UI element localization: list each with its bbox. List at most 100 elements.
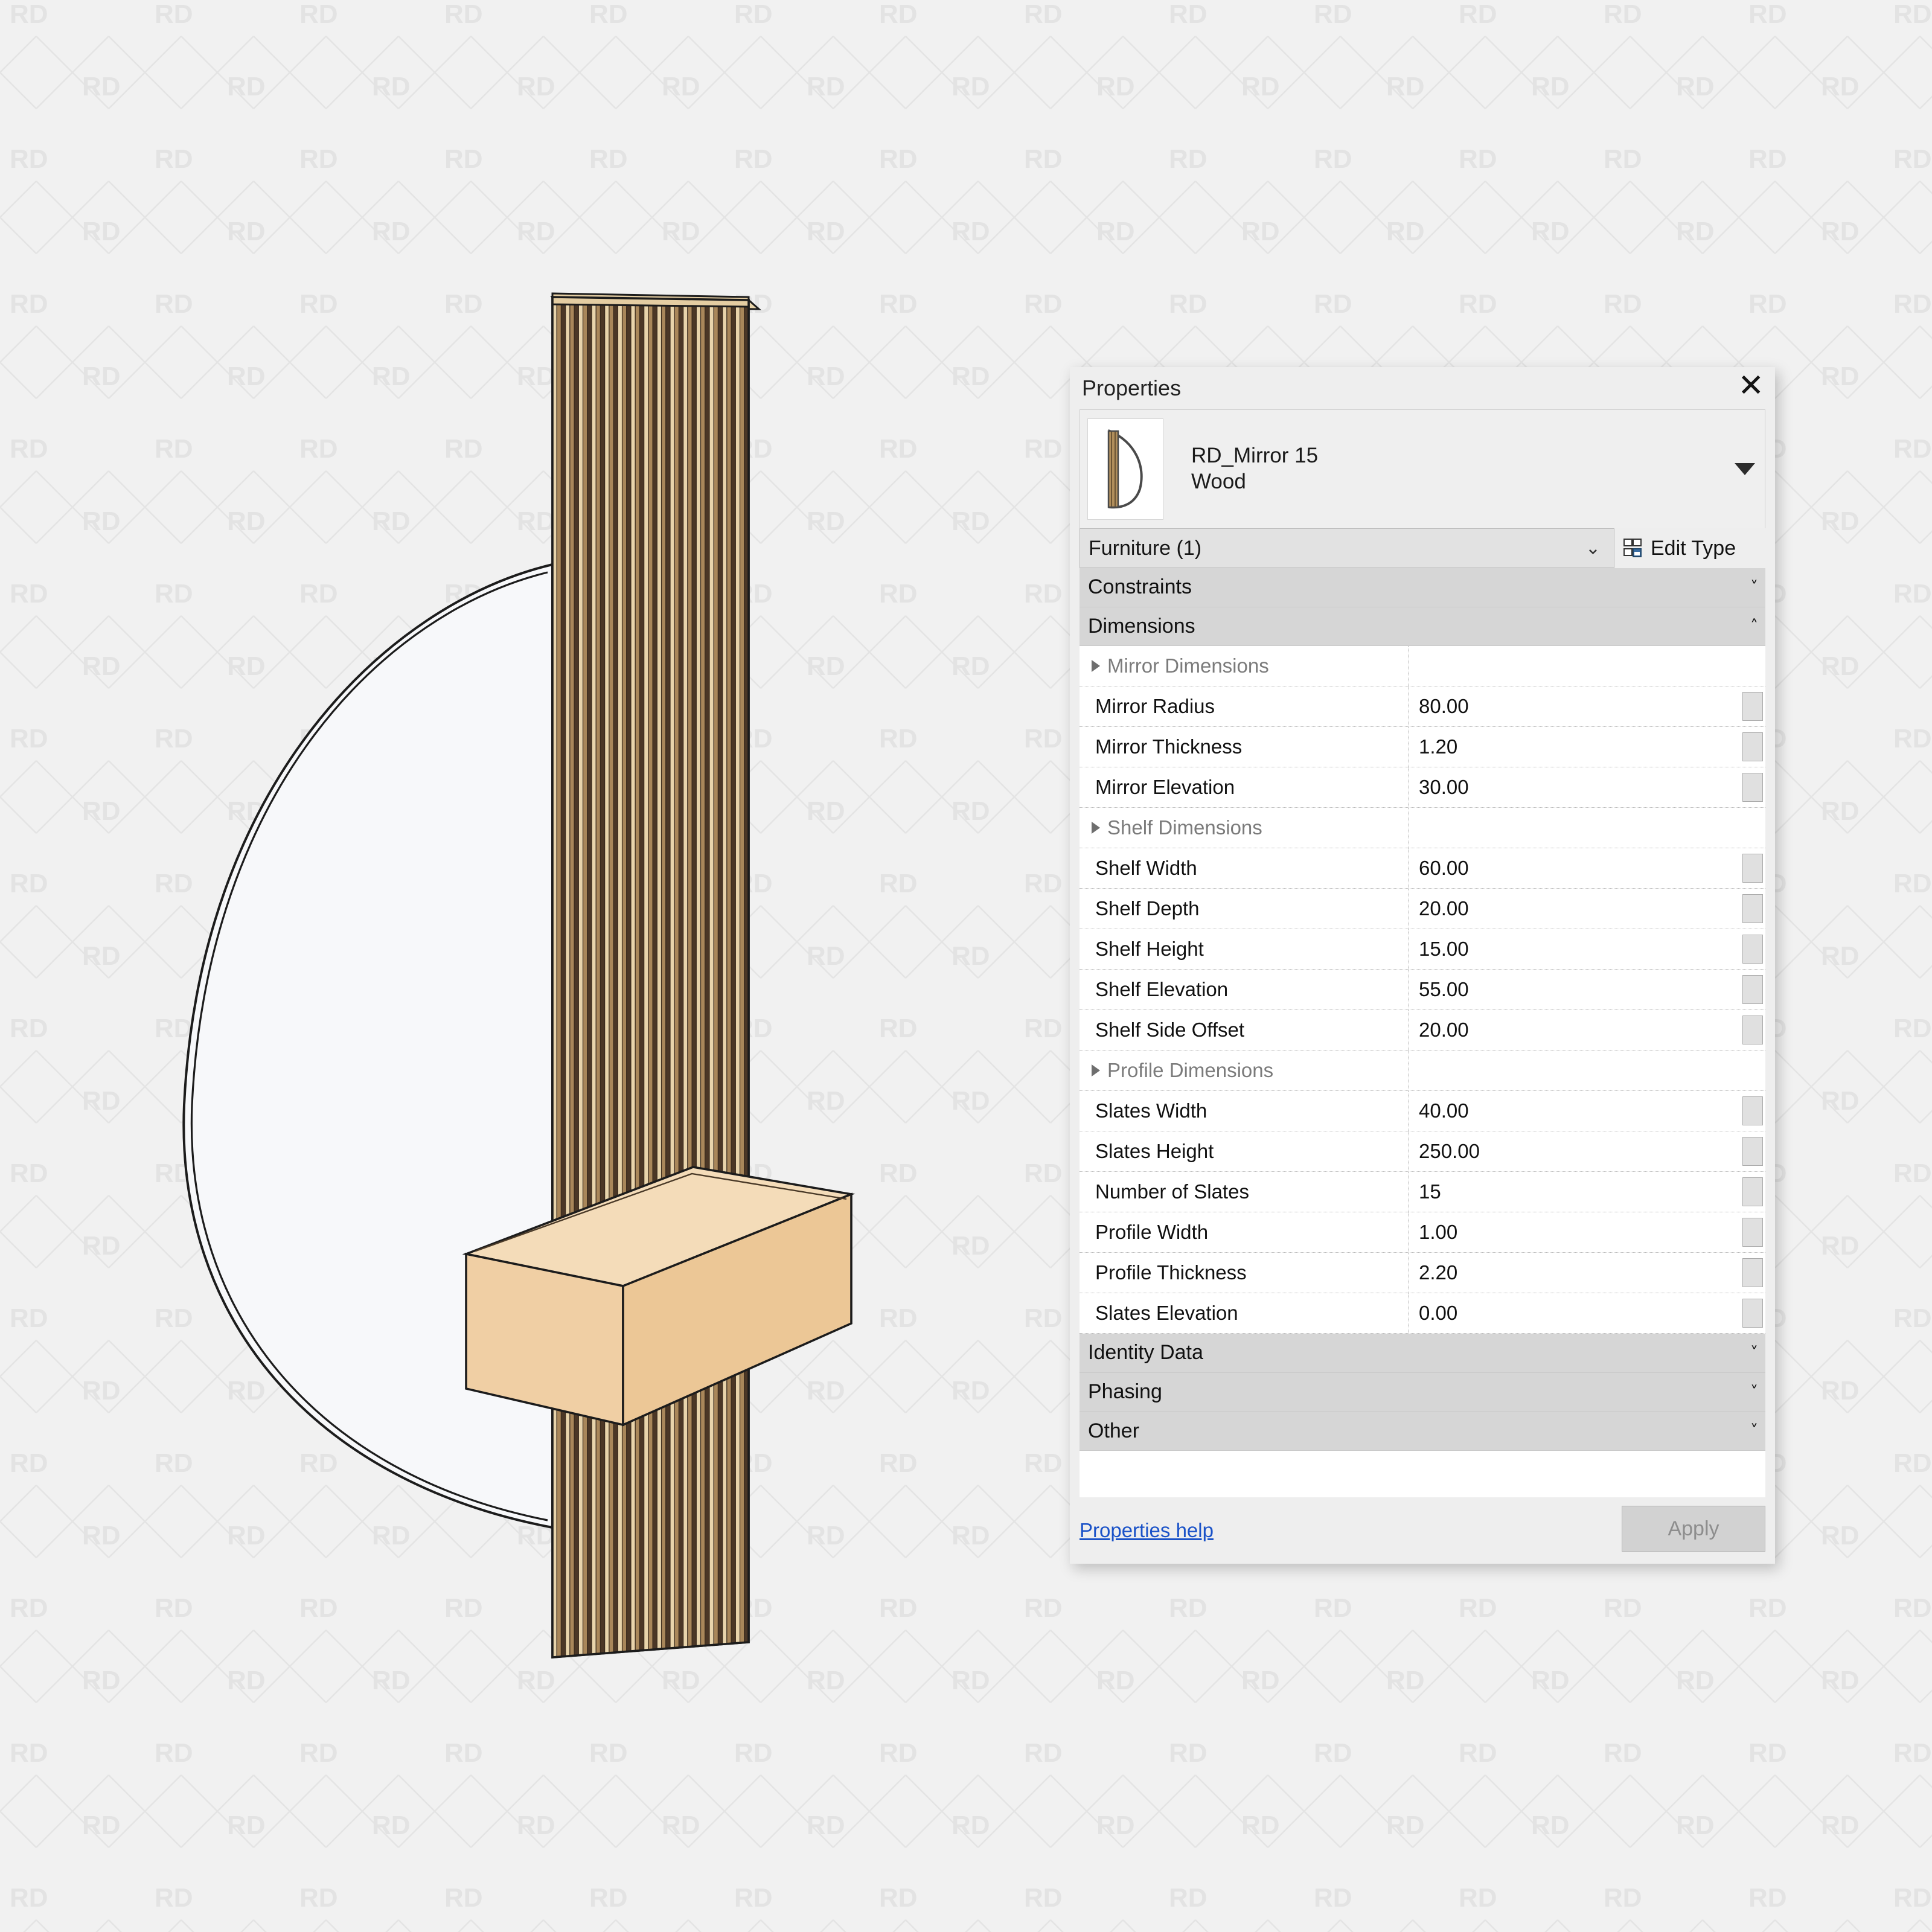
- parameter-row[interactable]: Mirror Radius 80.00: [1080, 686, 1765, 728]
- parameter-value[interactable]: [1409, 808, 1740, 848]
- parameter-value[interactable]: [1409, 646, 1740, 686]
- slat: [678, 298, 684, 1648]
- parameter-name: Shelf Height: [1080, 929, 1409, 970]
- parameter-row[interactable]: Slates Height 250.00: [1080, 1131, 1765, 1172]
- parameter-edit-button[interactable]: [1740, 727, 1765, 767]
- parameter-row[interactable]: Shelf Depth 20.00: [1080, 889, 1765, 930]
- section-header-identity-data[interactable]: Identity Data ˅: [1080, 1334, 1765, 1373]
- parameter-edit-button[interactable]: [1740, 848, 1765, 888]
- slat: [565, 297, 571, 1657]
- slat: [604, 297, 610, 1654]
- parameter-name: Shelf Elevation: [1080, 970, 1409, 1010]
- parameter-edit-button[interactable]: [1740, 1010, 1765, 1050]
- section-label: Constraints: [1088, 575, 1192, 599]
- parameter-value[interactable]: 20.00: [1409, 1010, 1740, 1050]
- section-header-dimensions[interactable]: Dimensions ˄: [1080, 607, 1765, 647]
- slat: [696, 299, 702, 1647]
- section-label: Phasing: [1088, 1380, 1162, 1404]
- parameter-edit-button[interactable]: [1740, 686, 1765, 726]
- properties-palette[interactable]: Properties ✕ RD_Mirror 15 Wood Furniture…: [1070, 367, 1775, 1564]
- parameter-row[interactable]: Shelf Elevation 55.00: [1080, 970, 1765, 1011]
- parameter-name: Shelf Side Offset: [1080, 1010, 1409, 1051]
- parameter-value[interactable]: 1.00: [1409, 1212, 1740, 1252]
- parameter-row[interactable]: Number of Slates 15: [1080, 1172, 1765, 1213]
- parameter-row[interactable]: Shelf Width 60.00: [1080, 848, 1765, 889]
- slat: [574, 297, 579, 1656]
- parameter-group-row[interactable]: Shelf Dimensions: [1080, 808, 1765, 849]
- slat: [648, 298, 653, 1651]
- parameter-value[interactable]: 1.20: [1409, 727, 1740, 767]
- type-name: RD_Mirror 15 Wood: [1191, 443, 1318, 494]
- family-selector-row[interactable]: Furniture (1) ⌄ Edit Type: [1080, 528, 1765, 568]
- parameter-edit-button[interactable]: [1740, 1212, 1765, 1252]
- section-header-other[interactable]: Other ˅: [1080, 1412, 1765, 1451]
- edit-type-button[interactable]: Edit Type: [1614, 528, 1765, 568]
- parameter-value[interactable]: 80.00: [1409, 686, 1740, 726]
- parameter-row[interactable]: Shelf Height 15.00: [1080, 929, 1765, 970]
- parameter-edit-button[interactable]: [1740, 889, 1765, 929]
- parameter-value[interactable]: 40.00: [1409, 1091, 1740, 1131]
- parameter-value[interactable]: 15: [1409, 1172, 1740, 1212]
- parameter-row[interactable]: Profile Width 1.00: [1080, 1212, 1765, 1253]
- parameter-value[interactable]: 2.20: [1409, 1253, 1740, 1293]
- parameter-row[interactable]: Profile Thickness 2.20: [1080, 1253, 1765, 1294]
- empty-area: [1080, 1450, 1765, 1497]
- chevron-double-down-icon: ˅: [1750, 578, 1758, 597]
- parameter-value[interactable]: 55.00: [1409, 970, 1740, 1009]
- parameter-value[interactable]: 30.00: [1409, 767, 1740, 807]
- slat: [626, 298, 632, 1652]
- parameter-name: Shelf Depth: [1080, 889, 1409, 929]
- apply-button[interactable]: Apply: [1622, 1506, 1765, 1552]
- parameter-edit-button[interactable]: [1740, 1253, 1765, 1293]
- parameter-name-text: Slates Width: [1095, 1099, 1208, 1122]
- slat: [700, 299, 706, 1646]
- parameter-row[interactable]: Mirror Thickness 1.20: [1080, 727, 1765, 768]
- section-header-constraints[interactable]: Constraints ˅: [1080, 568, 1765, 607]
- parameter-name: Slates Height: [1080, 1131, 1409, 1172]
- properties-help-link[interactable]: Properties help: [1080, 1519, 1214, 1542]
- slat: [591, 297, 597, 1655]
- parameter-edit-button[interactable]: [1740, 1293, 1765, 1333]
- parameter-name: Profile Thickness: [1080, 1253, 1409, 1293]
- parameter-value[interactable]: 60.00: [1409, 848, 1740, 888]
- parameter-name: Profile Dimensions: [1080, 1051, 1409, 1091]
- section-header-phasing[interactable]: Phasing ˅: [1080, 1372, 1765, 1412]
- parameter-edit-button[interactable]: [1740, 1091, 1765, 1131]
- parameter-edit-button[interactable]: [1740, 1131, 1765, 1171]
- triangle-right-icon[interactable]: [1092, 822, 1100, 834]
- parameter-edit-button[interactable]: [1740, 929, 1765, 969]
- parameter-row[interactable]: Mirror Elevation 30.00: [1080, 767, 1765, 808]
- parameter-value[interactable]: [1409, 1051, 1740, 1090]
- parameter-name: Mirror Dimensions: [1080, 646, 1409, 686]
- parameter-name-text: Shelf Depth: [1095, 897, 1200, 920]
- slat: [560, 297, 566, 1657]
- parameter-value[interactable]: 250.00: [1409, 1131, 1740, 1171]
- parameter-row[interactable]: Slates Elevation 0.00: [1080, 1293, 1765, 1334]
- parameter-edit-button[interactable]: [1740, 970, 1765, 1009]
- parameter-value[interactable]: 0.00: [1409, 1293, 1740, 1333]
- parameter-button-placeholder: [1740, 646, 1765, 686]
- parameter-edit-button[interactable]: [1740, 1172, 1765, 1212]
- triangle-right-icon[interactable]: [1092, 1064, 1100, 1077]
- edit-type-label: Edit Type: [1651, 536, 1736, 560]
- slat: [617, 298, 623, 1653]
- parameter-row[interactable]: Slates Width 40.00: [1080, 1091, 1765, 1132]
- parameter-edit-button[interactable]: [1740, 767, 1765, 807]
- parameter-name-text: Shelf Height: [1095, 938, 1204, 961]
- parameter-value[interactable]: 20.00: [1409, 889, 1740, 929]
- triangle-right-icon[interactable]: [1092, 660, 1100, 673]
- parameter-name: Mirror Thickness: [1080, 727, 1409, 767]
- family-selector[interactable]: Furniture (1) ⌄: [1080, 528, 1614, 568]
- parameter-value[interactable]: 15.00: [1409, 929, 1740, 969]
- type-selector-caret-icon[interactable]: [1735, 463, 1755, 475]
- parameter-group-row[interactable]: Profile Dimensions: [1080, 1051, 1765, 1092]
- parameter-group-row[interactable]: Mirror Dimensions: [1080, 646, 1765, 687]
- parameter-name: Slates Elevation: [1080, 1293, 1409, 1334]
- slat: [713, 299, 719, 1646]
- type-preview-block[interactable]: RD_Mirror 15 Wood: [1080, 409, 1765, 528]
- close-icon[interactable]: ✕: [1738, 365, 1764, 407]
- slat-strips: [552, 297, 749, 1657]
- slat-panel: [550, 292, 762, 1659]
- parameter-row[interactable]: Shelf Side Offset 20.00: [1080, 1010, 1765, 1051]
- slat: [630, 298, 636, 1652]
